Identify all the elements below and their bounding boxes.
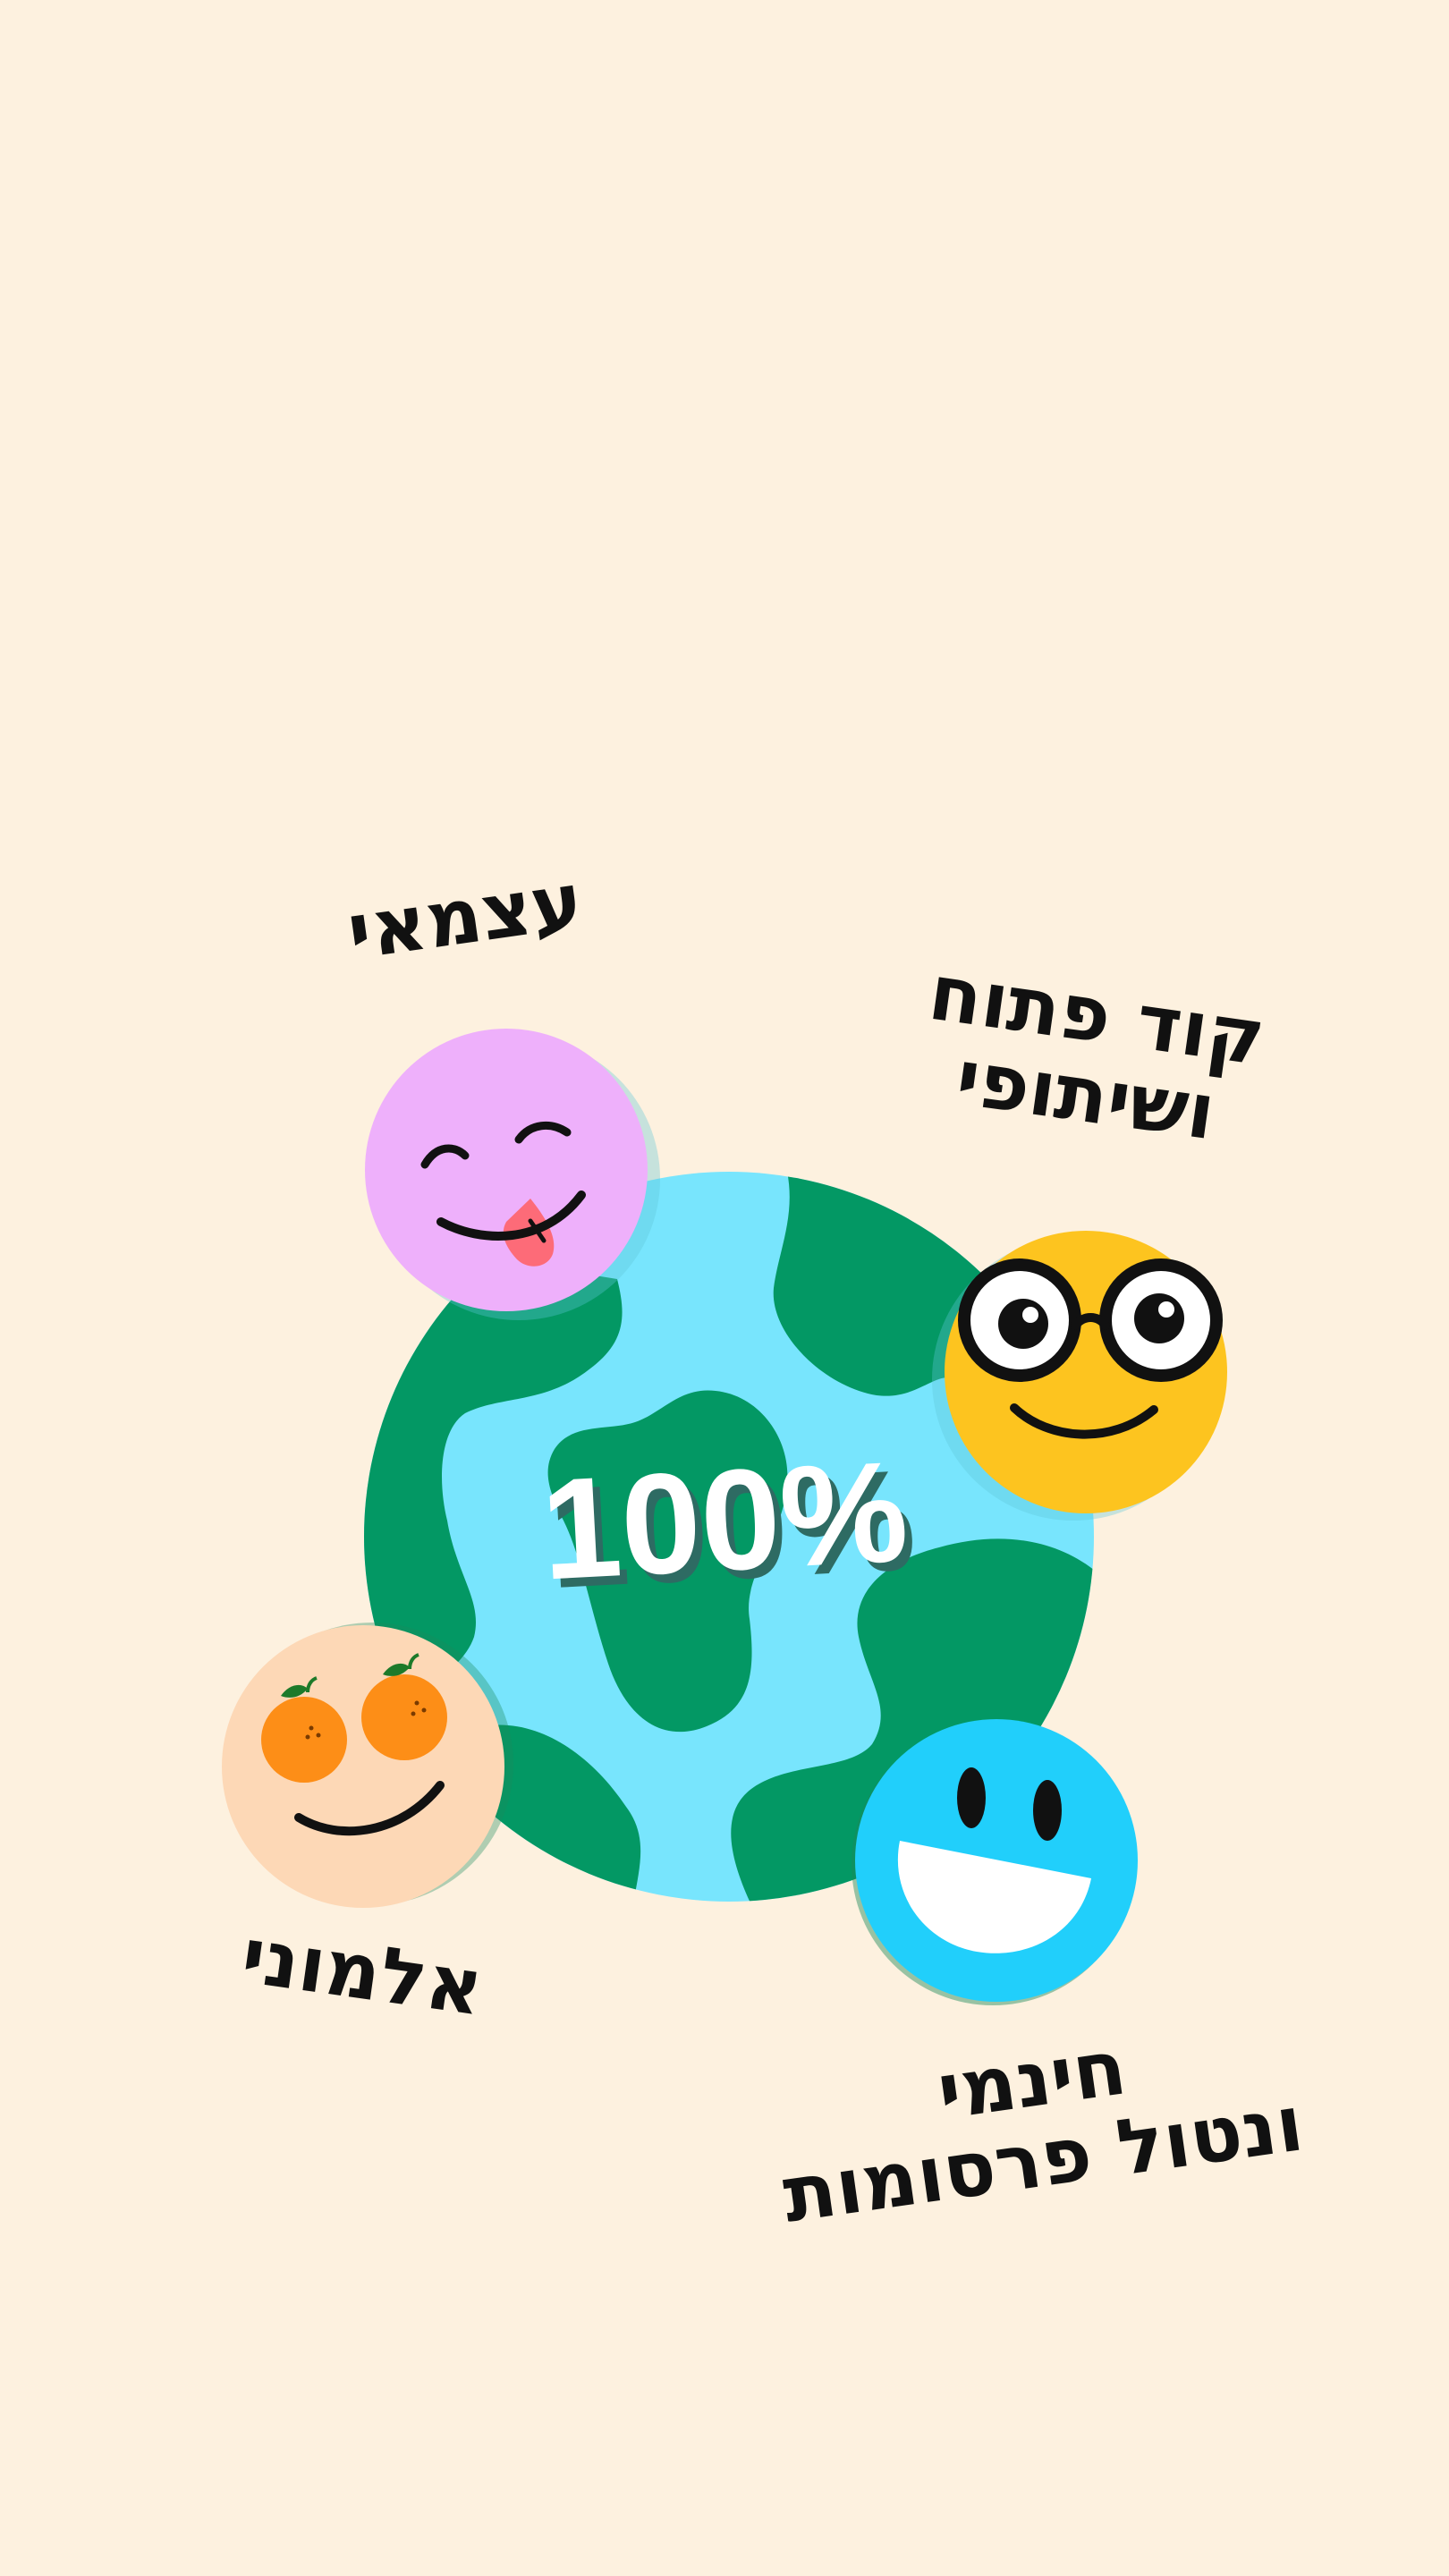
tongue-face-icon [365, 1029, 660, 1320]
feature-illustration: עצמאי קוד פתוח ושיתופי אלמוני חינמי ונטו… [0, 0, 1449, 2576]
laughing-face-icon [852, 1719, 1138, 2005]
percent-headline: 100% [537, 1430, 911, 1610]
orange-eyes-face-icon [222, 1623, 513, 1908]
glasses-face-icon [932, 1231, 1227, 1521]
